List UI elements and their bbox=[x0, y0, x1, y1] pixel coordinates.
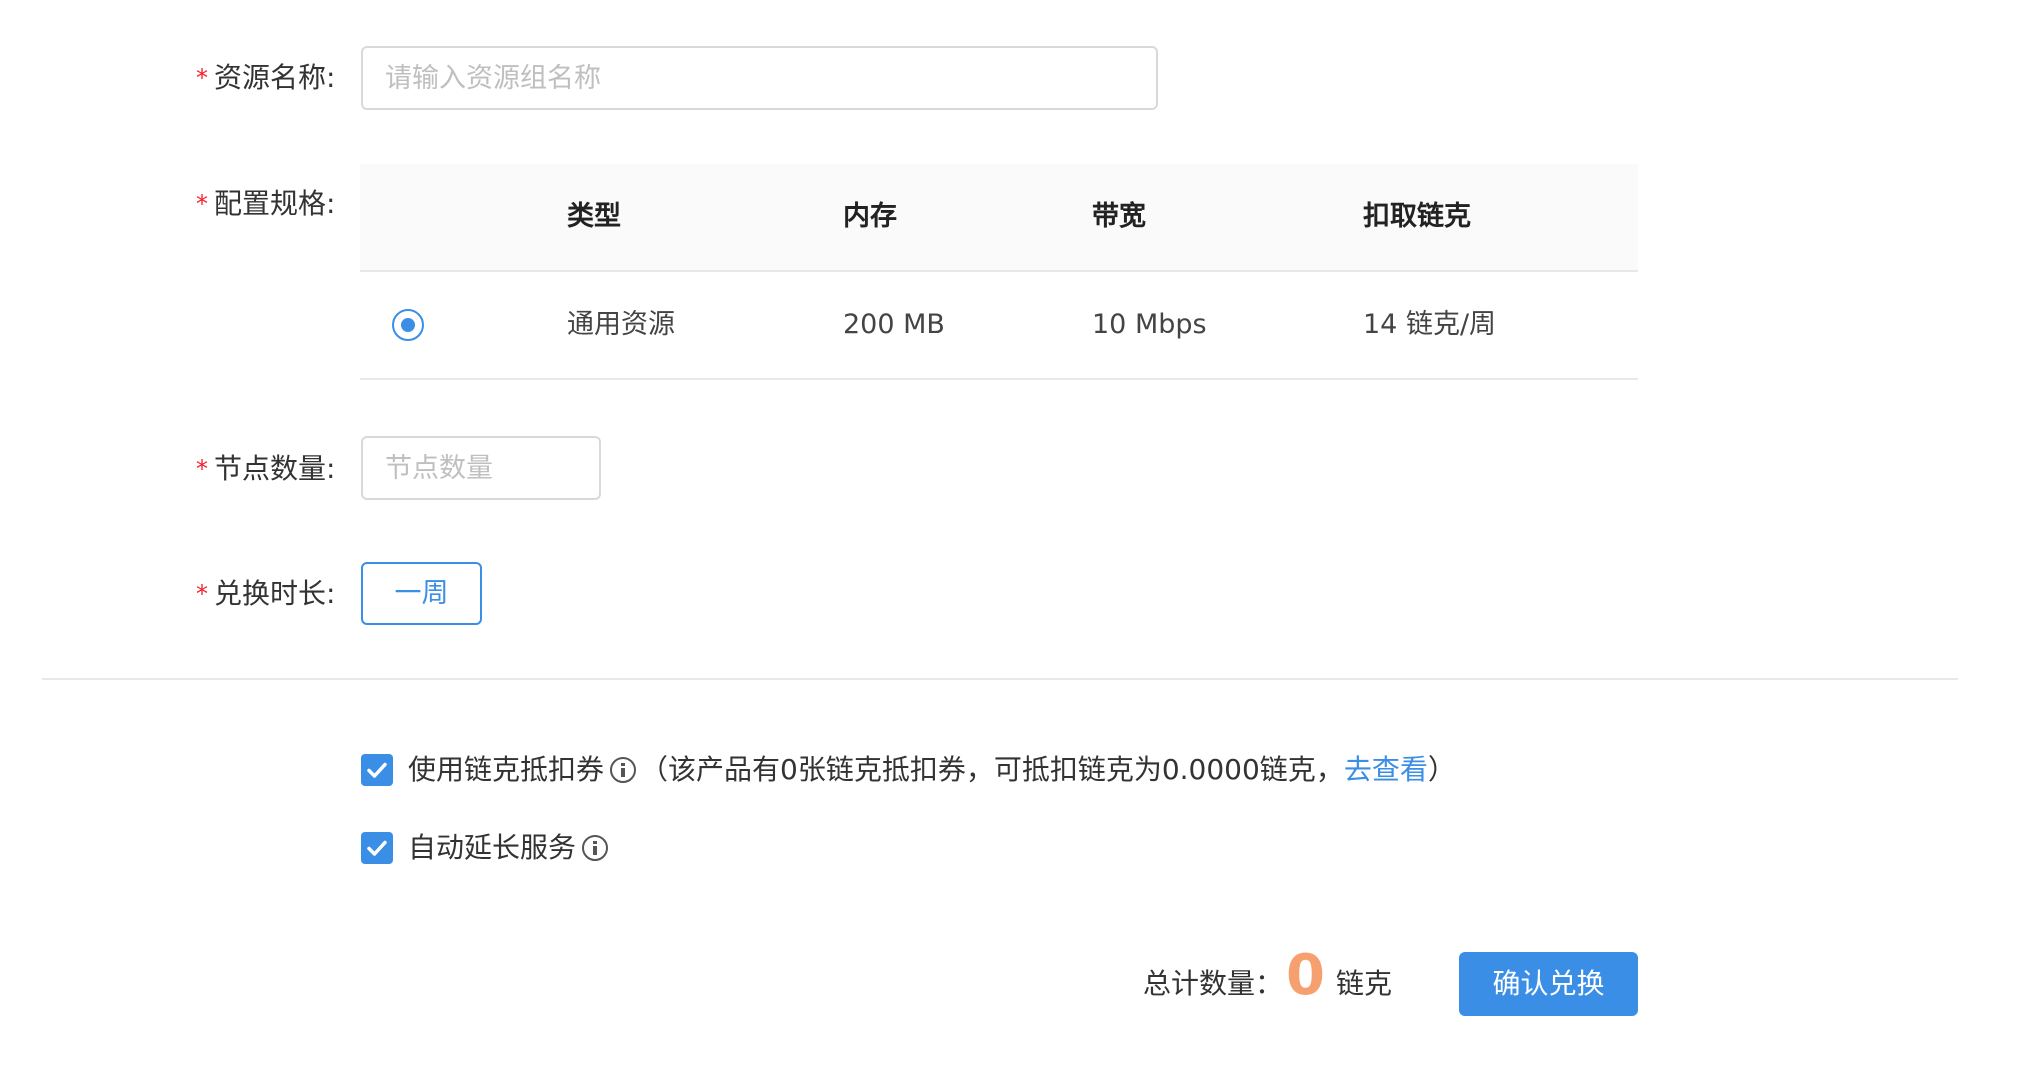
spec-table-header: 类型 内存 带宽 扣取链克 bbox=[360, 164, 1638, 272]
duration-label: * 兑换时长: bbox=[196, 577, 336, 610]
duration-option-week[interactable]: 一周 bbox=[361, 562, 482, 625]
coupon-note: （该产品有0张链克抵扣券，可抵扣链克为0.0000链克， bbox=[640, 753, 1344, 786]
required-mark: * bbox=[196, 190, 208, 218]
auto-extend-option: 自动延长服务 bbox=[408, 828, 612, 868]
coupon-checkbox[interactable] bbox=[361, 754, 393, 786]
table-row[interactable]: 通用资源 200 MB 10 Mbps 14 链克/周 bbox=[360, 272, 1638, 380]
info-icon[interactable] bbox=[582, 835, 609, 861]
cell-memory: 200 MB bbox=[843, 309, 945, 340]
column-header-type: 类型 bbox=[567, 201, 621, 232]
total-unit: 链克 bbox=[1336, 967, 1393, 1000]
check-icon bbox=[367, 762, 387, 778]
spec-label: * 配置规格: bbox=[196, 187, 336, 220]
auto-extend-label: 自动延长服务 bbox=[408, 831, 577, 864]
coupon-label: 使用链克抵扣券 bbox=[408, 753, 605, 786]
spec-radio[interactable] bbox=[392, 309, 424, 341]
spec-table: 类型 内存 带宽 扣取链克 通用资源 200 MB 10 Mbps 14 链克/… bbox=[360, 164, 1638, 380]
node-count-input[interactable] bbox=[361, 436, 601, 500]
radio-selected-dot bbox=[401, 318, 415, 332]
total-label: 总计数量： bbox=[1143, 967, 1284, 1000]
info-icon[interactable] bbox=[610, 757, 637, 783]
cell-cost: 14 链克/周 bbox=[1363, 309, 1497, 340]
column-header-bandwidth: 带宽 bbox=[1092, 201, 1146, 232]
cell-bandwidth: 10 Mbps bbox=[1092, 309, 1207, 340]
resource-name-input[interactable] bbox=[361, 46, 1158, 110]
coupon-note-end: ） bbox=[1427, 753, 1456, 786]
view-coupons-link[interactable]: 去查看 bbox=[1344, 753, 1428, 786]
resource-name-label: * 资源名称: bbox=[196, 61, 336, 94]
cell-type: 通用资源 bbox=[567, 309, 675, 340]
coupon-option: 使用链克抵扣券 （该产品有0张链克抵扣券，可抵扣链克为0.0000链克，去查看） bbox=[408, 750, 1456, 790]
required-mark: * bbox=[196, 580, 208, 608]
column-header-cost: 扣取链克 bbox=[1363, 201, 1471, 232]
divider bbox=[42, 678, 1958, 680]
total-value: 0 bbox=[1286, 943, 1325, 1008]
required-mark: * bbox=[196, 64, 208, 92]
column-header-memory: 内存 bbox=[843, 201, 897, 232]
confirm-exchange-button[interactable]: 确认兑换 bbox=[1459, 952, 1638, 1016]
required-mark: * bbox=[196, 455, 208, 483]
node-count-label: * 节点数量: bbox=[196, 452, 336, 485]
check-icon bbox=[367, 840, 387, 856]
auto-extend-checkbox[interactable] bbox=[361, 832, 393, 864]
